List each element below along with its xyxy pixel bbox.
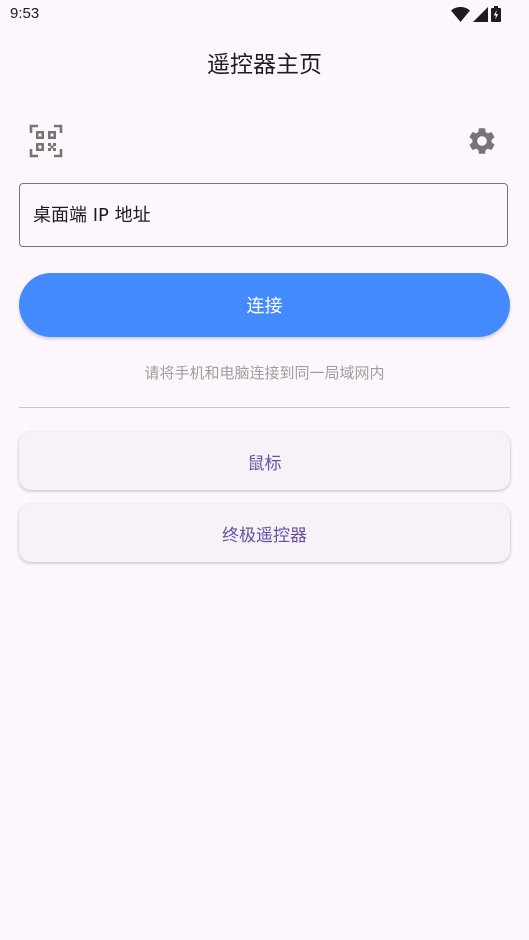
mouse-button[interactable]: 鼠标 [19, 432, 510, 490]
ip-address-input[interactable] [33, 184, 493, 246]
connection-hint: 请将手机和电脑连接到同一局域网内 [144, 364, 385, 382]
cellular-signal-icon [473, 6, 488, 22]
wifi-icon [451, 6, 470, 22]
gear-icon [469, 128, 495, 154]
page-title: 遥控器主页 [207, 52, 322, 78]
status-time: 9:53 [10, 5, 40, 22]
settings-button[interactable] [458, 117, 506, 165]
connect-button[interactable]: 连接 [19, 273, 510, 337]
divider [19, 407, 510, 408]
ip-address-field[interactable] [19, 183, 508, 247]
qr-scan-button[interactable] [22, 117, 70, 165]
status-icons [451, 6, 501, 22]
battery-charging-icon [491, 6, 501, 22]
status-bar: 9:53 [0, 0, 529, 30]
qr-scan-icon [29, 124, 63, 158]
ultimate-remote-button[interactable]: 终极遥控器 [19, 504, 510, 562]
